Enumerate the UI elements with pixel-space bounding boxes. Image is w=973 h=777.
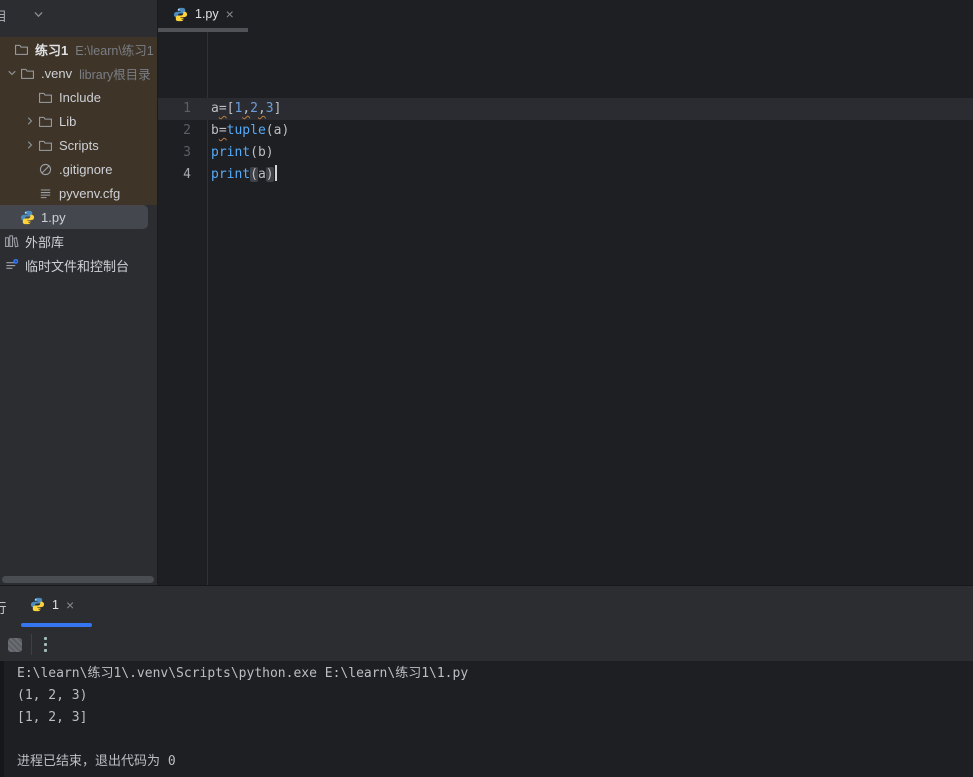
tree-item-pyvenv-cfg[interactable]: pyvenv.cfg <box>0 181 157 205</box>
project-panel: 目 练习1 E:\learn\练习1.venv library根目录 Include L… <box>0 0 158 585</box>
tree-item-scratches[interactable]: 临时文件和控制台 <box>0 253 157 277</box>
line-number: 2 <box>158 120 207 142</box>
code-text: print(a) <box>207 164 277 186</box>
code-text: a=[1,2,3] <box>207 98 281 120</box>
editor-tab-bar: 1.py × <box>158 0 973 28</box>
project-panel-header: 目 <box>0 0 157 30</box>
tree-item-label: Lib <box>59 114 76 129</box>
console-line <box>17 729 973 751</box>
horizontal-scrollbar-thumb[interactable] <box>2 576 154 583</box>
tree-item-label: Scripts <box>59 138 99 153</box>
code-lines: 1a=[1,2,3]2b=tuple(a)3print(b)4print(a) <box>158 98 973 186</box>
project-tree: 练习1 E:\learn\练习1.venv library根目录 Include Lib… <box>0 30 157 277</box>
line-number: 3 <box>158 142 207 164</box>
tree-item-venv[interactable]: .venv library根目录 <box>0 61 157 85</box>
tree-item-suffix: library根目录 <box>79 64 151 83</box>
tree-item-file-1-py[interactable]: 1.py <box>0 205 148 229</box>
tree-item-lib[interactable]: Lib <box>0 109 157 133</box>
tree-item-label: 临时文件和控制台 <box>25 256 129 275</box>
chevron-right-icon[interactable] <box>22 138 38 152</box>
text-caret <box>275 165 277 181</box>
code-editor[interactable]: 1a=[1,2,3]2b=tuple(a)3print(b)4print(a) <box>158 32 973 585</box>
console-line: [1, 2, 3] <box>17 707 973 729</box>
tree-item-label: Include <box>59 90 101 105</box>
run-header-clipped-label: 行 <box>0 597 9 615</box>
console-line: (1, 2, 3) <box>17 685 973 707</box>
tree-item-label: pyvenv.cfg <box>59 186 120 201</box>
folder-icon <box>14 42 29 57</box>
toolbar-separator <box>31 634 32 655</box>
tree-item-project-root[interactable]: 练习1 E:\learn\练习1 <box>0 37 157 61</box>
folder-icon <box>38 138 53 153</box>
library-icon <box>4 234 19 249</box>
tree-item-label: 外部库 <box>25 232 64 251</box>
editor-area: 1.py × 1a=[1,2,3]2b=tuple(a)3print(b)4pr… <box>158 0 973 585</box>
run-tab-1[interactable]: 1 × <box>30 586 74 623</box>
editor-tab-label: 1.py <box>195 7 219 21</box>
folder-icon <box>38 90 53 105</box>
tree-item-scripts[interactable]: Scripts <box>0 133 157 157</box>
tree-item-suffix: E:\learn\练习1 <box>75 40 154 59</box>
python-file-icon <box>173 7 188 22</box>
code-line-1: 1a=[1,2,3] <box>158 98 973 120</box>
code-text: b=tuple(a) <box>207 120 289 142</box>
tree-item-label: .venv <box>41 66 72 81</box>
close-icon[interactable]: × <box>226 7 234 21</box>
python-icon <box>20 210 35 225</box>
project-header-clipped-icon: 目 <box>0 6 9 23</box>
chevron-right-icon[interactable] <box>22 114 38 128</box>
chevron-down-icon[interactable] <box>4 66 20 80</box>
code-line-3: 3print(b) <box>158 142 973 164</box>
config-icon <box>38 186 53 201</box>
console-output: E:\learn\练习1\.venv\Scripts\python.exe E:… <box>0 661 973 777</box>
folder-icon <box>20 66 35 81</box>
tree-item-label: .gitignore <box>59 162 112 177</box>
tree-item-external-libraries[interactable]: 外部库 <box>0 229 157 253</box>
tree-item-include[interactable]: Include <box>0 85 157 109</box>
more-options-icon[interactable] <box>44 637 47 652</box>
ignored-icon <box>38 162 53 177</box>
python-file-icon <box>30 597 45 612</box>
line-number: 1 <box>158 98 207 120</box>
line-number: 4 <box>158 164 207 186</box>
close-icon[interactable]: × <box>66 598 74 612</box>
stop-button[interactable] <box>8 638 22 652</box>
console-line: 进程已结束，退出代码为 0 <box>17 751 973 773</box>
pycharm-window: 目 练习1 E:\learn\练习1.venv library根目录 Include L… <box>0 0 973 777</box>
chevron-down-icon[interactable] <box>32 8 45 21</box>
tree-item-label: 1.py <box>41 210 66 225</box>
tree-item-gitignore[interactable]: .gitignore <box>0 157 157 181</box>
tree-item-label: 练习1 <box>35 40 68 59</box>
scratch-icon <box>4 258 19 273</box>
editor-tab-1py[interactable]: 1.py × <box>158 0 246 28</box>
code-text: print(b) <box>207 142 274 164</box>
code-line-2: 2b=tuple(a) <box>158 120 973 142</box>
code-line-4: 4print(a) <box>158 164 973 186</box>
folder-icon <box>38 114 53 129</box>
run-toolbar <box>0 627 973 661</box>
run-tool-window-header: 行 1 × <box>0 586 973 623</box>
run-tab-label: 1 <box>52 598 59 612</box>
run-tool-window: 行 1 × E:\learn\练习1\.venv\Scripts\python.… <box>0 585 973 777</box>
console-line: E:\learn\练习1\.venv\Scripts\python.exe E:… <box>17 663 973 685</box>
